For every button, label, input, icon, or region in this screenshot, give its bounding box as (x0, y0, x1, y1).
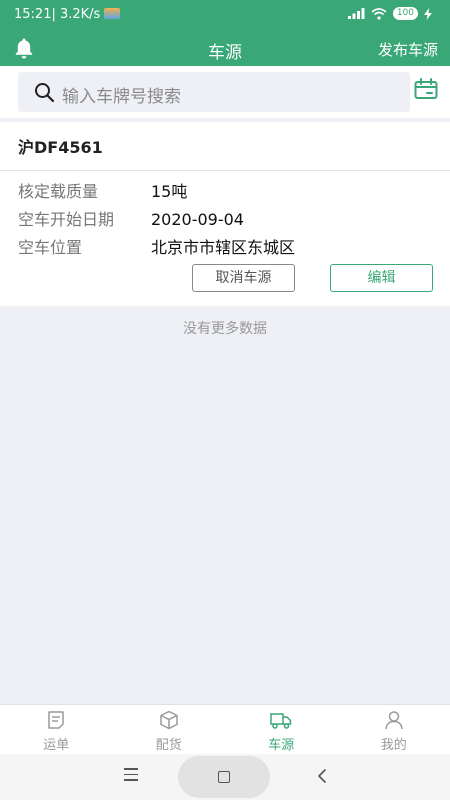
search-placeholder: 输入车牌号搜索 (62, 87, 181, 107)
plate-number: 沪DF4561 (18, 138, 103, 157)
no-more-data-text: 没有更多数据 (183, 321, 267, 337)
cancel-vehicle-button[interactable]: 取消车源 (192, 264, 295, 292)
tab-waybill[interactable]: 运单 (0, 705, 113, 754)
status-time: 15:21| 3.2K/s (14, 7, 121, 22)
home-button[interactable] (178, 756, 270, 798)
wifi-icon (371, 7, 387, 20)
status-right: 100 (347, 7, 432, 20)
field-load-capacity: 核定载质量 15吨 (18, 178, 187, 202)
document-icon (48, 711, 64, 729)
field-value: 北京市市辖区东城区 (151, 238, 296, 257)
bottom-tab-bar: 运单 配货 车源 我的 (0, 704, 450, 754)
status-bar: 15:21| 3.2K/s 100 (0, 0, 450, 30)
field-empty-start-date: 空车开始日期 2020-09-04 (18, 206, 244, 230)
field-value: 2020-09-04 (151, 210, 244, 229)
tab-label: 运单 (43, 738, 70, 753)
calendar-icon[interactable] (414, 78, 438, 100)
edit-button[interactable]: 编辑 (330, 264, 433, 292)
back-icon[interactable] (314, 767, 332, 785)
search-icon (35, 83, 55, 103)
menu-icon[interactable] (124, 768, 138, 785)
tab-label: 车源 (268, 738, 295, 753)
field-label: 空车位置 (18, 238, 83, 257)
search-bar: 输入车牌号搜索 (0, 66, 450, 118)
box-icon (160, 710, 178, 730)
field-value: 15吨 (151, 182, 188, 201)
tab-label: 配货 (155, 738, 182, 753)
notification-icon (104, 8, 121, 19)
tab-profile[interactable]: 我的 (338, 705, 450, 754)
tab-cargo[interactable]: 配货 (113, 705, 226, 754)
battery-icon: 100 (392, 7, 418, 20)
vehicle-card: 沪DF4561 核定载质量 15吨 空车开始日期 2020-09-04 空车位置 北京… (0, 122, 450, 306)
tab-vehicle-source[interactable]: 车源 (225, 705, 338, 754)
field-empty-location: 空车位置 北京市市辖区东城区 (18, 234, 295, 258)
charging-icon (424, 7, 432, 20)
home-icon (218, 771, 230, 783)
field-label: 空车开始日期 (18, 210, 115, 229)
field-label: 核定载质量 (18, 182, 99, 201)
truck-icon (270, 713, 292, 729)
tab-label: 我的 (380, 738, 407, 753)
user-icon (385, 711, 403, 730)
search-input[interactable]: 输入车牌号搜索 (18, 72, 410, 112)
app-header: 车源 发布车源 (0, 30, 450, 66)
system-navigation-bar (0, 754, 450, 800)
card-divider (0, 170, 450, 171)
signal-icon (347, 8, 365, 19)
publish-vehicle-button[interactable]: 发布车源 (378, 39, 438, 60)
